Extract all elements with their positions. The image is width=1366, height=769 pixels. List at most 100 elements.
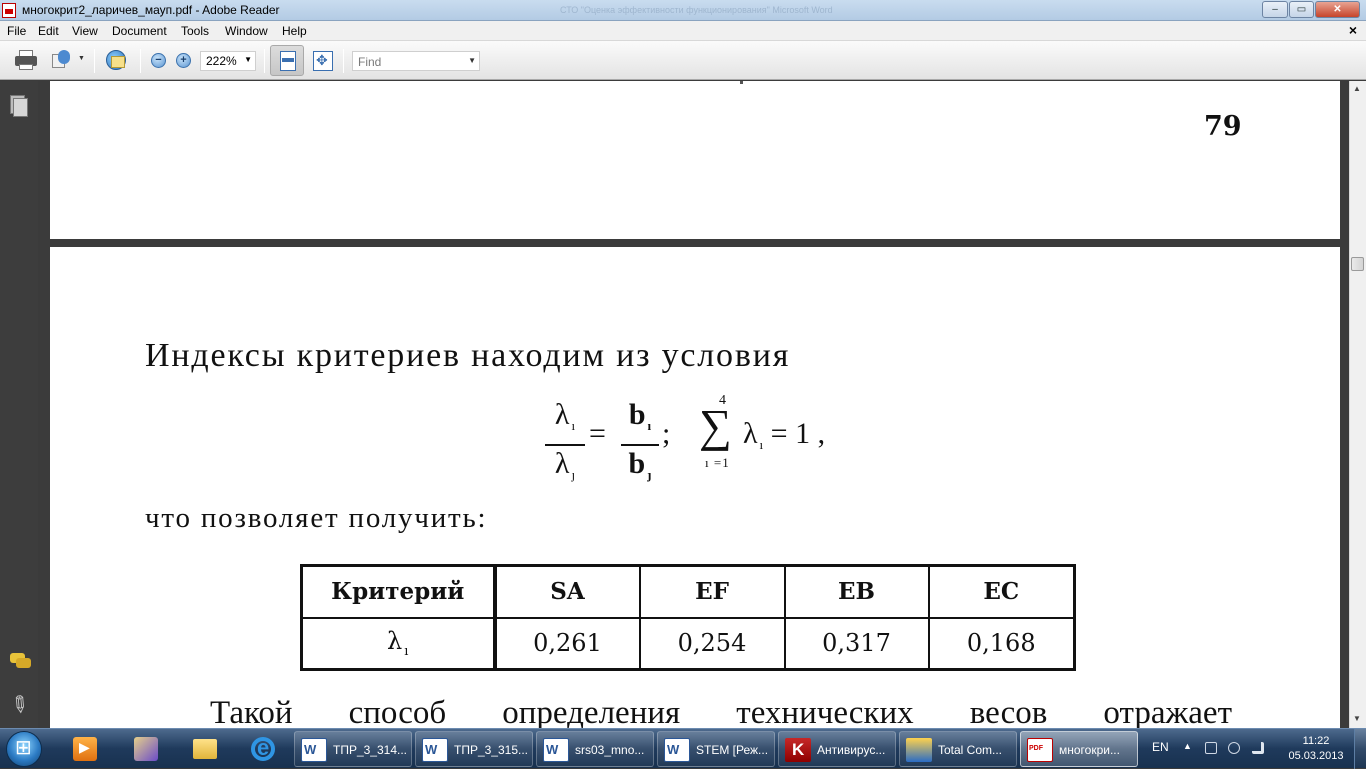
zoom-out-button[interactable]: − [151, 53, 166, 68]
tool-icon [134, 737, 158, 761]
word-icon [664, 738, 690, 762]
word-icon [543, 738, 569, 762]
menu-help[interactable]: Help [282, 24, 307, 38]
table-header-row: Критерий SA EF EB EC [300, 564, 1076, 619]
pinned-explorer[interactable] [180, 733, 230, 765]
table-cell: 0,261 [493, 616, 641, 671]
taskbar-item[interactable]: STEM [Реж... [657, 731, 775, 767]
toolbar-divider [343, 49, 344, 73]
pinned-tool[interactable] [121, 733, 171, 765]
taskbar: ТПР_3_314... ТПР_3_315... srs03_mno... S… [0, 728, 1366, 769]
table-header-cell: SA [493, 564, 641, 619]
fraction-b: bı bȷ [621, 399, 659, 491]
scroll-up-arrow-icon[interactable]: ▲ [1353, 84, 1361, 93]
network-icon[interactable] [1252, 742, 1264, 754]
language-indicator[interactable]: EN [1152, 740, 1169, 754]
pinned-media-player[interactable] [60, 733, 110, 765]
fit-width-button[interactable] [270, 45, 304, 76]
paragraph-result: что позволяет получить: [145, 502, 488, 534]
pdf-page-current: Индексы критериев находим из условия λı … [50, 247, 1340, 728]
fit-page-button[interactable] [313, 51, 333, 71]
pinned-internet-explorer[interactable] [238, 733, 288, 765]
find-input[interactable] [358, 55, 463, 69]
scroll-down-arrow-icon[interactable]: ▼ [1353, 714, 1361, 723]
taskbar-item-active[interactable]: многокри... [1020, 731, 1138, 767]
find-field[interactable]: ▼ [352, 51, 480, 71]
toolbar-divider [264, 49, 265, 73]
minimize-button[interactable]: ‒ [1262, 1, 1288, 18]
pages-panel-icon[interactable] [10, 95, 28, 117]
kaspersky-icon [785, 738, 811, 762]
vertical-scrollbar[interactable]: ▲ ▼ [1349, 81, 1366, 728]
menu-edit[interactable]: Edit [38, 24, 59, 38]
clock-time: 11:22 [1302, 735, 1330, 747]
sum-lower-limit: ı =1 [705, 455, 730, 470]
clock[interactable]: 11:22 05.03.2013 [1286, 734, 1346, 764]
table-header-cell: EF [638, 564, 786, 619]
table-cell: 0,168 [927, 616, 1076, 671]
taskbar-item[interactable]: Total Com... [899, 731, 1017, 767]
window-title-bar[interactable]: многокрит2_ларичев_мауп.pdf - Adobe Read… [0, 0, 1366, 21]
table-row: λı 0,261 0,254 0,317 0,168 [300, 616, 1076, 671]
taskbar-item[interactable]: Антивирус... [778, 731, 896, 767]
adobe-reader-app-icon[interactable] [2, 3, 16, 18]
close-button[interactable]: ✕ [1315, 1, 1360, 18]
comments-panel-icon[interactable] [10, 653, 32, 671]
document-viewer[interactable]: 79 Индексы критериев находим из условия … [38, 81, 1349, 728]
window-title: многокрит2_ларичев_мауп.pdf - Adobe Read… [22, 3, 280, 17]
paragraph-intro: Индексы критериев находим из условия [145, 337, 791, 374]
table-cell: 0,317 [783, 616, 930, 671]
taskbar-item[interactable]: srs03_mno... [536, 731, 654, 767]
folder-icon [193, 739, 217, 759]
collaborate-button[interactable] [104, 48, 128, 73]
close-document-button[interactable]: × [1349, 22, 1357, 38]
zoom-in-button[interactable]: + [176, 53, 191, 68]
chevron-down-icon[interactable]: ▼ [78, 55, 85, 62]
table-header-cell: EC [927, 564, 1076, 619]
sum-sign: ∑ [699, 400, 732, 451]
share-button[interactable] [52, 48, 72, 73]
chevron-down-icon[interactable]: ▼ [244, 55, 252, 64]
sum-term: λı = 1 , [743, 417, 826, 452]
table-header-cell: EB [783, 564, 930, 619]
attachments-icon[interactable]: ✎ [4, 689, 35, 721]
zoom-level-value: 222% [206, 54, 237, 68]
navigation-pane: ✎ [0, 81, 38, 728]
envelope-icon [111, 56, 125, 68]
pdf-icon [1027, 738, 1053, 762]
show-hidden-icons-icon[interactable]: ▲ [1183, 741, 1192, 751]
menu-file[interactable]: File [7, 24, 26, 38]
table-header-cell: Критерий [300, 564, 497, 619]
show-desktop-button[interactable] [1354, 729, 1366, 769]
taskbar-item[interactable]: ТПР_3_315... [415, 731, 533, 767]
scrollbar-thumb[interactable] [1351, 257, 1364, 271]
menu-tools[interactable]: Tools [181, 24, 209, 38]
criteria-table: Критерий SA EF EB EC λı 0,261 0,254 0,31… [300, 564, 1076, 671]
media-player-icon [73, 737, 97, 761]
menu-view[interactable]: View [72, 24, 98, 38]
table-cell: 0,254 [638, 616, 786, 671]
print-button[interactable] [14, 48, 38, 73]
internet-explorer-icon [251, 735, 275, 761]
paragraph-continue: Такой способ определения технических вес… [210, 695, 1232, 728]
menu-bar: File Edit View Document Tools Window Hel… [0, 21, 1366, 41]
device-icon[interactable] [1205, 742, 1217, 754]
word-icon [301, 738, 327, 762]
formula: λı λȷ = bı bȷ ; 4 ∑ ı =1 λı = 1 , [545, 393, 845, 491]
clock-date: 05.03.2013 [1288, 750, 1344, 762]
chevron-down-icon[interactable]: ▼ [468, 56, 476, 65]
toolbar: ▼ − + 222% ▼ ▼ [0, 41, 1366, 80]
maximize-button[interactable]: ▭ [1289, 1, 1314, 18]
menu-document[interactable]: Document [112, 24, 167, 38]
page-number: 79 [1204, 111, 1242, 142]
volume-icon[interactable] [1228, 742, 1240, 754]
taskbar-item[interactable]: ТПР_3_314... [294, 731, 412, 767]
background-window-title: СТО "Оценка эффективности функционирован… [560, 5, 833, 15]
pdf-page-previous: 79 [50, 81, 1340, 239]
total-commander-icon [906, 738, 932, 762]
fraction-lambda: λı λȷ [545, 399, 585, 491]
start-button[interactable] [6, 731, 42, 767]
zoom-level-field[interactable]: 222% ▼ [200, 51, 256, 71]
toolbar-divider [94, 49, 95, 73]
menu-window[interactable]: Window [225, 24, 268, 38]
